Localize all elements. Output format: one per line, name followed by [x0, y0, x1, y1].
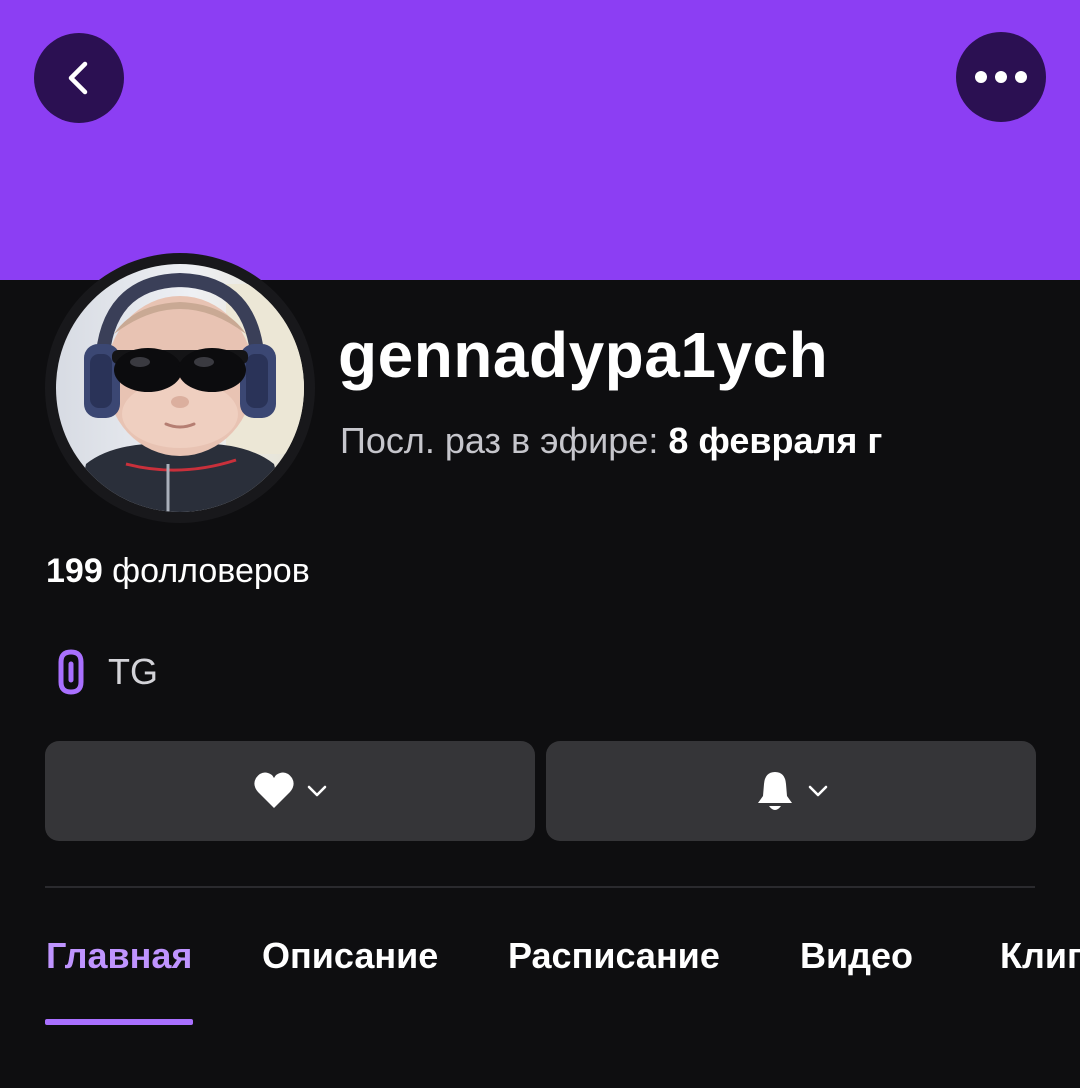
- link-icon: [58, 649, 84, 695]
- chevron-down-icon: [808, 785, 828, 797]
- channel-username: gennadypa1ych: [338, 319, 829, 391]
- tab-home[interactable]: Главная: [46, 935, 192, 977]
- notifications-button[interactable]: [546, 741, 1036, 841]
- followers-number: 199: [46, 552, 103, 590]
- last-live-info: Посл. раз в эфире: 8 февраля г: [340, 420, 882, 462]
- channel-page: gennadypa1ych Посл. раз в эфире: 8 февра…: [0, 0, 1080, 1088]
- tab-videos[interactable]: Видео: [800, 935, 913, 977]
- social-link-label: TG: [108, 651, 158, 692]
- chevron-left-icon: [68, 61, 88, 95]
- more-horizontal-icon: [975, 71, 1027, 83]
- chevron-down-icon: [307, 785, 327, 797]
- active-tab-indicator: [45, 1019, 193, 1025]
- follow-button[interactable]: [45, 741, 535, 841]
- avatar-frame[interactable]: [45, 253, 315, 523]
- tab-about[interactable]: Описание: [262, 935, 438, 977]
- social-link-tg[interactable]: TG: [52, 646, 158, 698]
- last-live-label: Посл. раз в эфире:: [340, 420, 669, 461]
- heart-icon: [254, 772, 294, 808]
- back-button[interactable]: [34, 33, 124, 123]
- channel-tabs: Главная Описание Расписание Видео Клипы: [0, 935, 1080, 995]
- channel-banner: [0, 0, 1080, 280]
- followers-count: 199 фолловеров: [46, 552, 310, 591]
- more-options-button[interactable]: [956, 32, 1046, 122]
- last-live-date: 8 февраля г: [668, 420, 883, 461]
- avatar: [56, 264, 304, 512]
- bell-icon: [758, 772, 792, 810]
- followers-label: фолловеров: [102, 552, 310, 590]
- tab-schedule[interactable]: Расписание: [508, 935, 720, 977]
- section-divider: [45, 886, 1035, 888]
- tab-clips[interactable]: Клипы: [1000, 935, 1080, 977]
